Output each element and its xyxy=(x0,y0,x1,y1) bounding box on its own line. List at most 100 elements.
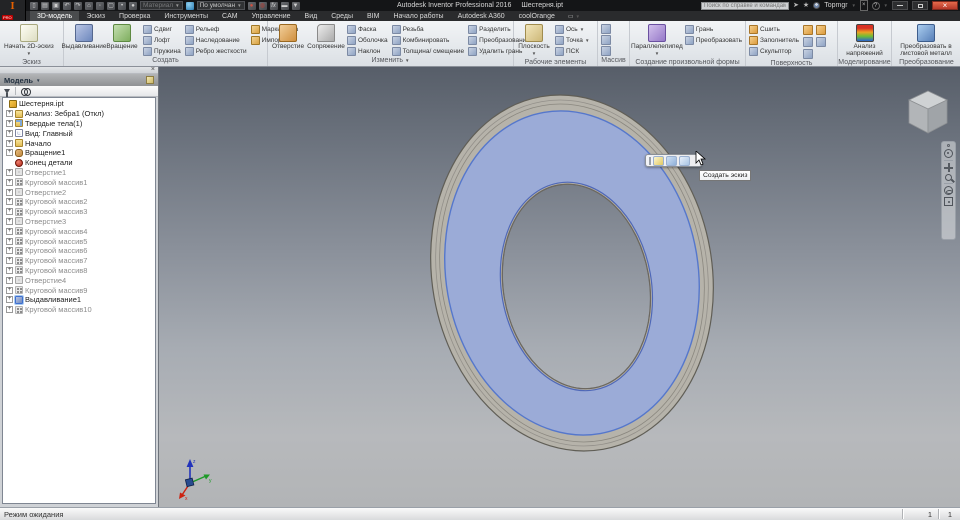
open-icon[interactable]: ▤ xyxy=(41,2,49,10)
ribbon-tab[interactable]: BIM xyxy=(360,11,386,21)
browser-tree-item[interactable]: +Выдавливание1 xyxy=(3,295,155,305)
ribbon-button-sculpt[interactable]: Скульптор xyxy=(749,46,799,56)
user-menu-caret-icon[interactable]: ▼ xyxy=(852,3,856,8)
ribbon-button-coil[interactable]: Пружина xyxy=(143,46,181,56)
rect-pattern-icon[interactable] xyxy=(601,24,611,34)
ribbon-group-label[interactable]: Эскиз xyxy=(0,58,63,66)
edit-feature-button[interactable] xyxy=(666,156,677,166)
expander-icon[interactable]: + xyxy=(6,287,13,294)
ribbon-button-plane[interactable]: Плоскость▼ xyxy=(517,23,551,58)
ribbon-button-fillet[interactable]: Сопряжение xyxy=(309,23,343,51)
ribbon-button-start-sketch[interactable]: Начать 2D-эскиз▼ xyxy=(3,23,55,58)
expander-icon[interactable]: + xyxy=(6,130,13,137)
ribbon-tab[interactable]: coolOrange xyxy=(512,11,562,21)
fit-icon[interactable] xyxy=(803,49,813,59)
browser-tree-item[interactable]: +Круговой массив3 xyxy=(3,207,155,217)
ribbon-button-ff-convert[interactable]: Преобразовать xyxy=(685,35,742,45)
ribbon-button-hole[interactable]: Отверстие xyxy=(271,23,305,51)
expander-icon[interactable]: + xyxy=(6,189,13,196)
appearance-ball-icon[interactable] xyxy=(186,2,194,10)
expander-icon[interactable]: + xyxy=(6,267,13,274)
browser-tree-item[interactable]: +Твердые тела(1) xyxy=(3,119,155,129)
ribbon-button-stitch[interactable]: Сшить xyxy=(749,24,799,34)
notify-icon[interactable]: • xyxy=(118,2,126,10)
minimize-button[interactable] xyxy=(892,1,908,10)
gear-part-model[interactable] xyxy=(159,67,960,507)
ribbon-tab[interactable]: Эскиз xyxy=(79,11,112,21)
browser-tree-item[interactable]: +Вид: Главный xyxy=(3,128,155,138)
app-switch-icon[interactable]: × xyxy=(860,0,868,11)
ribbon-button-ucs[interactable]: ПСК xyxy=(555,46,589,56)
browser-tree-item[interactable]: +Вращение1 xyxy=(3,148,155,158)
look-at-icon[interactable] xyxy=(944,197,953,206)
expander-icon[interactable]: + xyxy=(6,247,13,254)
browser-tree-item[interactable]: +Круговой массив5 xyxy=(3,236,155,246)
ribbon-tab[interactable]: Вид xyxy=(298,11,325,21)
ribbon-group-label[interactable]: Моделирование xyxy=(838,58,891,66)
ribbon-button-point[interactable]: Точка▼ xyxy=(555,35,589,45)
trim-icon[interactable] xyxy=(816,25,826,35)
ribbon-group-label[interactable]: Поверхность xyxy=(746,59,837,66)
ribbon-button-stress[interactable]: Анализ напряжений xyxy=(841,23,888,58)
browser-header[interactable]: Модель ▼ xyxy=(0,74,158,86)
redo-icon[interactable]: ↷ xyxy=(74,2,82,10)
ribbon-group-label[interactable]: Массив xyxy=(598,56,629,66)
mini-toolbar-grip[interactable] xyxy=(649,157,651,165)
ribbon-button-thicken[interactable]: Толщина/ смещение xyxy=(392,46,465,56)
viewport-3d[interactable]: Создать эскиз z y x xyxy=(159,67,960,507)
ribbon-button-emboss[interactable]: Рельеф xyxy=(185,24,247,34)
ribbon-group-label[interactable]: Преобразование xyxy=(892,58,960,66)
ribbon-button-draft[interactable]: Наклон xyxy=(347,46,388,56)
expander-icon[interactable]: + xyxy=(6,179,13,186)
expander-icon[interactable]: + xyxy=(6,149,13,156)
expander-icon[interactable]: + xyxy=(6,277,13,284)
search-input[interactable] xyxy=(701,2,789,10)
save-icon[interactable]: ▣ xyxy=(52,2,60,10)
help-caret-icon[interactable]: ▼ xyxy=(884,3,888,8)
ribbon-button-rib[interactable]: Ребро жесткости xyxy=(185,46,247,56)
appearance-red-icon[interactable]: ● xyxy=(248,2,256,10)
browser-tree-item[interactable]: +Круговой массив4 xyxy=(3,226,155,236)
ribbon-button-axis[interactable]: Ось▼ xyxy=(555,24,589,34)
appearance-ball-icon[interactable]: ● xyxy=(129,2,137,10)
browser-tree-item[interactable]: +Отверстие3 xyxy=(3,217,155,227)
appearance-copy-icon[interactable]: ◍ xyxy=(259,2,267,10)
panel-close-icon[interactable]: × xyxy=(151,67,155,73)
send-icon[interactable]: ➤ xyxy=(793,1,799,10)
expander-icon[interactable]: + xyxy=(6,238,13,245)
ribbon-button-loft[interactable]: Лофт xyxy=(143,35,181,45)
ribbon-button-patch[interactable]: Заполнитель xyxy=(749,35,799,45)
visual-style-combo[interactable]: По умолчан▼ xyxy=(197,1,245,10)
create-sketch-plane-button[interactable] xyxy=(679,156,690,166)
close-button[interactable]: × xyxy=(932,1,958,10)
ribbon-tab[interactable]: Инструменты xyxy=(157,11,215,21)
ribbon-collapse-button[interactable]: ▭▼ xyxy=(568,11,580,21)
line-weight-icon[interactable]: ▬ xyxy=(281,2,289,10)
ribbon-group-label[interactable]: Изменить ▼ xyxy=(268,56,513,66)
expander-icon[interactable]: + xyxy=(6,110,13,117)
orbit-icon[interactable] xyxy=(944,186,953,195)
browser-tree-item[interactable]: +Круговой массив10 xyxy=(3,305,155,315)
help-icon[interactable]: ? xyxy=(872,2,880,10)
ribbon-button-extrude[interactable]: Выдавливание xyxy=(67,23,101,51)
browser-tree-item[interactable]: +Отверстие2 xyxy=(3,187,155,197)
ribbon-tab[interactable]: 3D-модель xyxy=(30,11,79,21)
ribbon-button-sheetmetal[interactable]: Преобразовать в листовой металл xyxy=(895,23,957,58)
material-combo[interactable]: Материал▼ xyxy=(140,1,183,10)
new-file-icon[interactable]: ▯ xyxy=(30,2,38,10)
expander-icon[interactable]: + xyxy=(6,169,13,176)
ribbon-group-label[interactable]: Рабочие элементы xyxy=(514,58,597,66)
view-cube[interactable] xyxy=(903,87,953,139)
ruled-icon[interactable] xyxy=(803,25,813,35)
circ-pattern-icon[interactable] xyxy=(601,35,611,45)
ribbon-button-shell[interactable]: Оболочка xyxy=(347,35,388,45)
ribbon-button-derive[interactable]: Наследование xyxy=(185,35,247,45)
ribbon-button-thread[interactable]: Резьба xyxy=(392,24,465,34)
replace-icon[interactable] xyxy=(816,37,826,47)
favorites-star-icon[interactable]: ★ xyxy=(803,1,809,10)
ribbon-group-label[interactable]: Создать xyxy=(64,56,267,66)
ribbon-tab[interactable]: Управление xyxy=(245,11,298,21)
browser-tree-item[interactable]: +Круговой массив6 xyxy=(3,246,155,256)
browser-tree-item[interactable]: +Круговой массив8 xyxy=(3,266,155,276)
ribbon-group-label[interactable]: Создание произвольной формы xyxy=(630,58,745,66)
